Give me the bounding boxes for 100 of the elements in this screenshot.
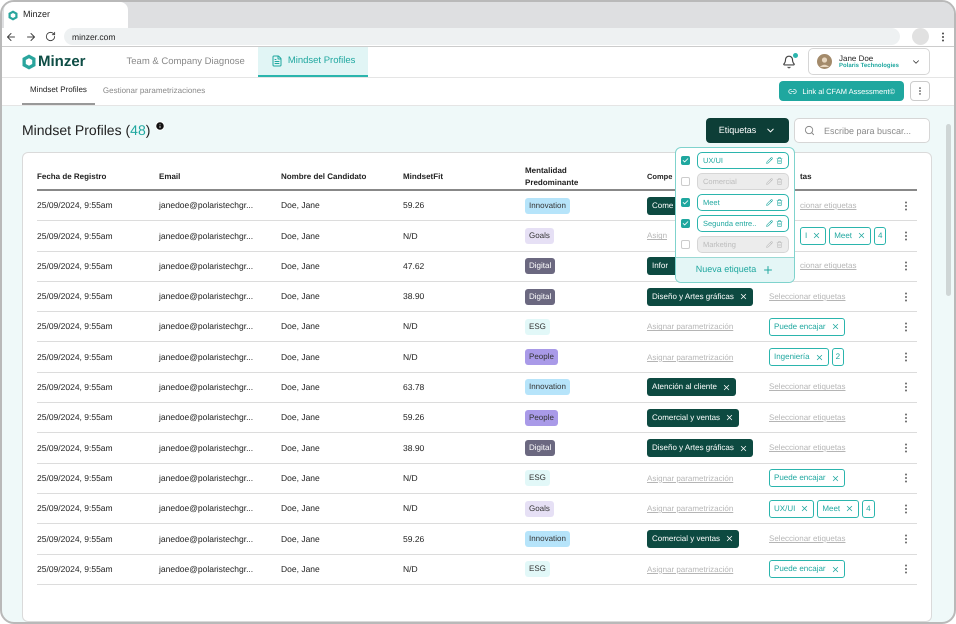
- column-header: MindsetFit: [403, 170, 443, 183]
- address-bar[interactable]: minzer.com: [64, 28, 900, 46]
- logo-icon: [22, 54, 36, 70]
- email-cell: janedoe@polaristechgr...: [159, 290, 254, 303]
- select-tags-link[interactable]: Seleccionar etiquetas: [769, 442, 846, 454]
- mentality-badge: Digital: [525, 288, 556, 305]
- mentality-badge: Innovation: [525, 198, 570, 214]
- select-tags-link[interactable]: Seleccionar etiquetas: [769, 412, 846, 424]
- mentality-badge: ESG: [525, 318, 550, 335]
- subnav-tab[interactable]: Gestionar parametrizaciones: [94, 78, 214, 105]
- select-tags-link[interactable]: Seleccionar etiquetas: [769, 290, 846, 303]
- name-cell: Doe, Jane: [281, 472, 320, 485]
- date-cell: 25/09/2024, 9:55am: [37, 472, 113, 485]
- mindsetfit-cell: 38.90: [403, 442, 424, 454]
- date-cell: 25/09/2024, 9:55am: [37, 502, 113, 515]
- email-cell: janedoe@polaristechgr...: [159, 381, 254, 394]
- delete-icon[interactable]: [776, 198, 783, 206]
- mindsetfit-cell: N/D: [403, 350, 418, 364]
- back-icon[interactable]: [5, 30, 17, 43]
- tag-checkbox[interactable]: [681, 156, 690, 165]
- date-cell: 25/09/2024, 9:55am: [37, 411, 113, 424]
- edit-icon[interactable]: [766, 156, 773, 164]
- new-tag-button[interactable]: Nueva etiqueta: [676, 256, 794, 282]
- tag-chip: Ingeniería: [769, 348, 829, 366]
- mentality-badge: Goals: [525, 228, 554, 244]
- mindsetfit-cell: N/D: [403, 230, 418, 242]
- email-cell: janedoe@polaristechgr...: [159, 562, 254, 576]
- forward-icon[interactable]: [25, 30, 37, 43]
- name-cell: Doe, Jane: [281, 350, 320, 364]
- email-cell: janedoe@polaristechgr...: [159, 350, 254, 364]
- edit-icon[interactable]: [766, 198, 773, 206]
- remove-icon[interactable]: [738, 444, 748, 452]
- tags-dropdown-button[interactable]: Etiquetas: [706, 118, 789, 143]
- mindsetfit-cell: 59.26: [403, 532, 424, 546]
- link-icon: [788, 86, 798, 96]
- date-cell: 25/09/2024, 9:55am: [37, 230, 113, 242]
- remove-icon[interactable]: [725, 534, 734, 544]
- assign-link[interactable]: Asignar parametrización: [647, 564, 734, 574]
- reload-icon[interactable]: [45, 31, 56, 42]
- email-cell: janedoe@polaristechgr...: [159, 411, 254, 424]
- name-cell: Doe, Jane: [281, 199, 320, 212]
- mentality-badge: People: [525, 349, 558, 366]
- more-button[interactable]: [910, 81, 930, 102]
- edit-icon[interactable]: [766, 240, 773, 248]
- app-logo-text: Minzer: [38, 52, 86, 72]
- delete-icon[interactable]: [776, 220, 783, 227]
- remove-icon[interactable]: [725, 413, 734, 422]
- email-cell: janedoe@polaristechgr...: [159, 199, 254, 212]
- tag-checkbox[interactable]: [681, 218, 690, 228]
- date-cell: 25/09/2024, 9:55am: [37, 290, 113, 303]
- more-tags-count[interactable]: 4: [862, 500, 875, 518]
- tag-chip: Puede encajar: [769, 560, 845, 578]
- tag-checkbox[interactable]: [681, 240, 690, 249]
- remove-icon[interactable]: [738, 292, 748, 302]
- assign-link[interactable]: Asign: [647, 231, 668, 240]
- column-header: Nombre del Candidato: [281, 170, 366, 183]
- date-cell: 25/09/2024, 9:55am: [37, 320, 113, 334]
- date-cell: 25/09/2024, 9:55am: [37, 199, 113, 212]
- subnav-tab[interactable]: Mindset Profiles: [22, 78, 95, 105]
- search-field[interactable]: Escribe para buscar...: [794, 118, 930, 144]
- name-cell: Doe, Jane: [281, 381, 320, 394]
- tag-checkbox[interactable]: [681, 198, 690, 207]
- name-cell: Doe, Jane: [281, 562, 320, 576]
- name-cell: Doe, Jane: [281, 230, 320, 242]
- mentality-badge: Innovation: [525, 530, 570, 547]
- date-cell: 25/09/2024, 9:55am: [37, 562, 113, 576]
- delete-icon[interactable]: [776, 240, 783, 248]
- name-cell: Doe, Jane: [281, 290, 320, 303]
- email-cell: janedoe@polaristechgr...: [159, 472, 254, 485]
- assign-link[interactable]: Asignar parametrización: [647, 504, 734, 514]
- more-tags-count[interactable]: 4: [874, 226, 886, 245]
- tag-chip: I: [800, 226, 826, 245]
- tag-chip: Meet: [817, 500, 860, 518]
- competence-chip: Comercial y ventas: [647, 408, 740, 427]
- edit-icon[interactable]: [766, 220, 773, 227]
- select-tags-link[interactable]: cionar etiquetas: [800, 260, 856, 272]
- assign-link[interactable]: Asignar parametrización: [647, 352, 734, 362]
- assign-link[interactable]: Asignar parametrización: [647, 474, 734, 483]
- tag-checkbox[interactable]: [681, 176, 690, 186]
- more-tags-count[interactable]: 2: [832, 348, 844, 366]
- select-tags-link[interactable]: cionar etiquetas: [800, 200, 856, 212]
- delete-icon[interactable]: [776, 178, 783, 185]
- delete-icon[interactable]: [776, 156, 783, 164]
- edit-icon[interactable]: [766, 178, 773, 185]
- logo-icon: [8, 10, 18, 20]
- email-cell: janedoe@polaristechgr...: [159, 532, 254, 546]
- document-icon: [270, 54, 283, 67]
- select-tags-link[interactable]: Seleccionar etiquetas: [769, 532, 846, 545]
- mentality-badge: ESG: [525, 470, 550, 486]
- assign-link[interactable]: Asignar parametrización: [647, 322, 734, 332]
- notification-bell[interactable]: [782, 54, 796, 69]
- mentality-badge: Goals: [525, 500, 554, 517]
- mentality-badge: ESG: [525, 561, 550, 578]
- nav-tab[interactable]: Team & Company Diagnose: [114, 46, 258, 77]
- nav-tab[interactable]: Mindset Profiles: [258, 46, 368, 77]
- date-cell: 25/09/2024, 9:55am: [37, 532, 113, 546]
- browser-tab[interactable]: Minzer: [4, 2, 128, 28]
- remove-icon[interactable]: [722, 382, 731, 392]
- select-tags-link[interactable]: Seleccionar etiquetas: [769, 381, 846, 394]
- competence-chip: Comercial y ventas: [647, 530, 740, 548]
